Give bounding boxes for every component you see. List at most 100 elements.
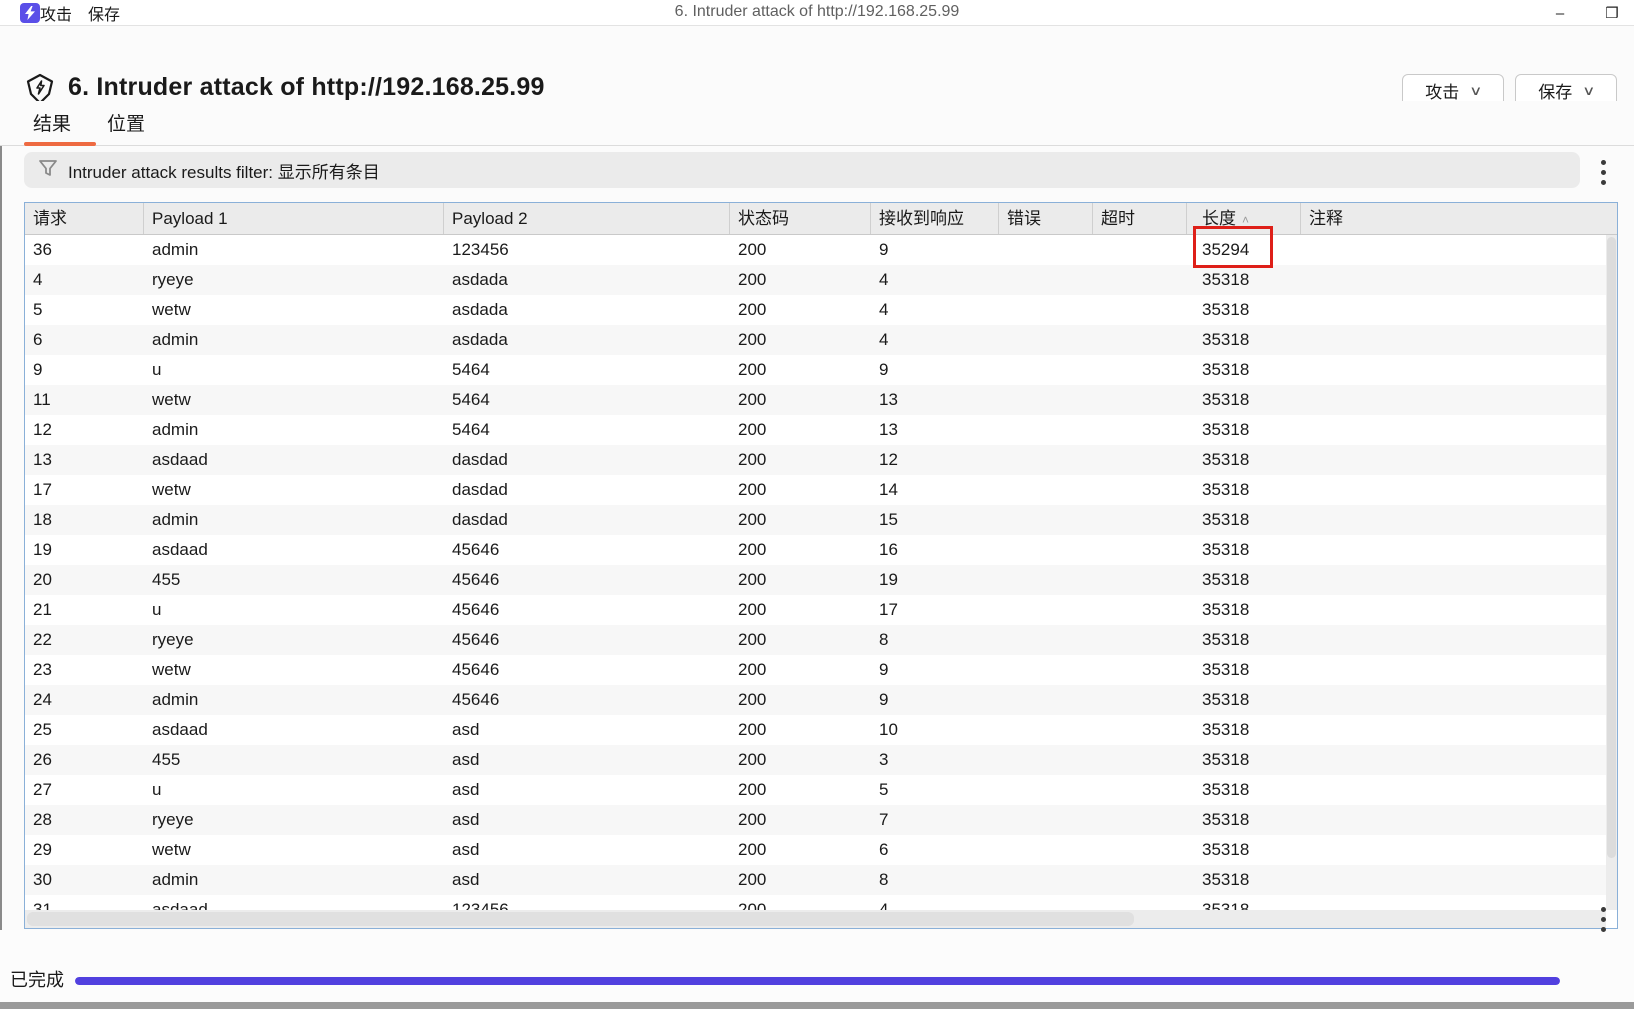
table-cell xyxy=(999,625,1093,655)
table-cell xyxy=(1093,655,1187,685)
table-cell xyxy=(1301,265,1608,295)
column-header-6[interactable]: 错误 xyxy=(999,203,1093,234)
tab-results[interactable]: 结果 xyxy=(33,109,71,136)
column-header-3[interactable]: Payload 2 xyxy=(444,203,730,234)
table-cell: dasdad xyxy=(444,475,730,505)
column-header-9[interactable]: 注释 xyxy=(1301,203,1617,234)
table-cell: 45646 xyxy=(444,595,730,625)
table-cell: 35318 xyxy=(1187,565,1301,595)
table-cell: 35318 xyxy=(1187,655,1301,685)
column-header-7[interactable]: 超时 xyxy=(1093,203,1187,234)
table-cell xyxy=(1093,535,1187,565)
column-header-4[interactable]: 状态码 xyxy=(730,203,871,234)
table-row[interactable]: 25asdaadasd2001035318 xyxy=(25,715,1608,745)
table-cell: 200 xyxy=(730,265,871,295)
table-row[interactable]: 24admin45646200935318 xyxy=(25,685,1608,715)
table-cell: 35318 xyxy=(1187,445,1301,475)
table-cell xyxy=(1093,565,1187,595)
table-row[interactable]: 17wetwdasdad2001435318 xyxy=(25,475,1608,505)
horizontal-scrollbar[interactable] xyxy=(25,910,1606,928)
table-cell xyxy=(1301,535,1608,565)
table-cell: 35318 xyxy=(1187,715,1301,745)
table-row[interactable]: 12admin54642001335318 xyxy=(25,415,1608,445)
table-cell: dasdad xyxy=(444,445,730,475)
table-cell: 4 xyxy=(871,295,999,325)
column-header-5[interactable]: 接收到响应 xyxy=(871,203,999,234)
tab-positions[interactable]: 位置 xyxy=(107,109,145,136)
table-row[interactable]: 18admindasdad2001535318 xyxy=(25,505,1608,535)
column-header-1[interactable]: 请求 xyxy=(25,203,144,234)
table-row[interactable]: 4ryeyeasdada200435318 xyxy=(25,265,1608,295)
maximize-button[interactable]: ❒ xyxy=(1600,4,1624,22)
table-row[interactable]: 30adminasd200835318 xyxy=(25,865,1608,895)
table-cell xyxy=(1301,865,1608,895)
table-row[interactable]: 22ryeye45646200835318 xyxy=(25,625,1608,655)
table-header-row: 请求Payload 1Payload 2状态码接收到响应错误超时长度˄注释 xyxy=(25,203,1617,235)
table-row[interactable]: 11wetw54642001335318 xyxy=(25,385,1608,415)
table-row[interactable]: 27uasd200535318 xyxy=(25,775,1608,805)
table-cell: 36 xyxy=(25,235,144,265)
table-cell: 4 xyxy=(871,325,999,355)
table-row[interactable]: 20455456462001935318 xyxy=(25,565,1608,595)
table-cell xyxy=(1301,685,1608,715)
table-row[interactable]: 23wetw45646200935318 xyxy=(25,655,1608,685)
table-cell: admin xyxy=(144,415,444,445)
table-cell: 19 xyxy=(871,565,999,595)
table-cell xyxy=(999,745,1093,775)
table-cell xyxy=(999,775,1093,805)
table-row[interactable]: 28ryeyeasd200735318 xyxy=(25,805,1608,835)
table-row[interactable]: 6adminasdada200435318 xyxy=(25,325,1608,355)
table-row[interactable]: 19asdaad456462001635318 xyxy=(25,535,1608,565)
table-row[interactable]: 26455asd200335318 xyxy=(25,745,1608,775)
column-header-2[interactable]: Payload 1 xyxy=(144,203,444,234)
table-row[interactable]: 29wetwasd200635318 xyxy=(25,835,1608,865)
table-row[interactable]: 36admin123456200935294 xyxy=(25,235,1608,265)
table-cell: 35318 xyxy=(1187,805,1301,835)
table-cell xyxy=(1301,295,1608,325)
table-cell: asdada xyxy=(444,265,730,295)
table-cell xyxy=(1301,565,1608,595)
table-cell: admin xyxy=(144,865,444,895)
filter-label: Intruder attack results filter: 显示所有条目 xyxy=(68,158,380,183)
table-cell: 35294 xyxy=(1187,235,1301,265)
table-row[interactable]: 21u456462001735318 xyxy=(25,595,1608,625)
table-cell: 13 xyxy=(25,445,144,475)
menu-attack[interactable]: 攻击 xyxy=(40,1,72,25)
table-cell: 200 xyxy=(730,655,871,685)
table-cell: 23 xyxy=(25,655,144,685)
table-cell: 5464 xyxy=(444,385,730,415)
table-row[interactable]: 9u5464200935318 xyxy=(25,355,1608,385)
column-header-8[interactable]: 长度˄ xyxy=(1187,203,1301,234)
table-cell: 45646 xyxy=(444,655,730,685)
table-row[interactable]: 5wetwasdada200435318 xyxy=(25,295,1608,325)
table-cell: asdada xyxy=(444,295,730,325)
minimize-button[interactable]: – xyxy=(1548,5,1572,22)
sort-ascending-icon: ˄ xyxy=(1242,213,1249,227)
table-body: 36admin1234562009352944ryeyeasdada200435… xyxy=(25,235,1608,912)
table-cell: 27 xyxy=(25,775,144,805)
menu-save[interactable]: 保存 xyxy=(88,1,120,25)
table-cell: 35318 xyxy=(1187,835,1301,865)
table-cell: 16 xyxy=(871,535,999,565)
results-filter-bar[interactable]: Intruder attack results filter: 显示所有条目 xyxy=(24,152,1580,188)
table-cell xyxy=(999,295,1093,325)
status-label: 已完成 xyxy=(10,966,64,992)
vertical-scrollbar-thumb[interactable] xyxy=(1607,237,1616,858)
table-cell: wetw xyxy=(144,655,444,685)
table-cell xyxy=(999,475,1093,505)
table-cell: 200 xyxy=(730,385,871,415)
table-cell xyxy=(1093,775,1187,805)
table-cell xyxy=(1301,595,1608,625)
horizontal-scrollbar-thumb[interactable] xyxy=(27,912,1134,926)
filter-menu-kebab-icon[interactable] xyxy=(1597,156,1610,189)
vertical-scrollbar[interactable] xyxy=(1606,235,1617,910)
status-menu-kebab-icon[interactable] xyxy=(1597,903,1610,936)
table-cell: 7 xyxy=(871,805,999,835)
table-cell xyxy=(1301,715,1608,745)
table-cell: 5 xyxy=(25,295,144,325)
table-cell: 45646 xyxy=(444,535,730,565)
table-cell: 18 xyxy=(25,505,144,535)
table-cell xyxy=(999,805,1093,835)
table-row[interactable]: 13asdaaddasdad2001235318 xyxy=(25,445,1608,475)
table-cell: 5464 xyxy=(444,355,730,385)
